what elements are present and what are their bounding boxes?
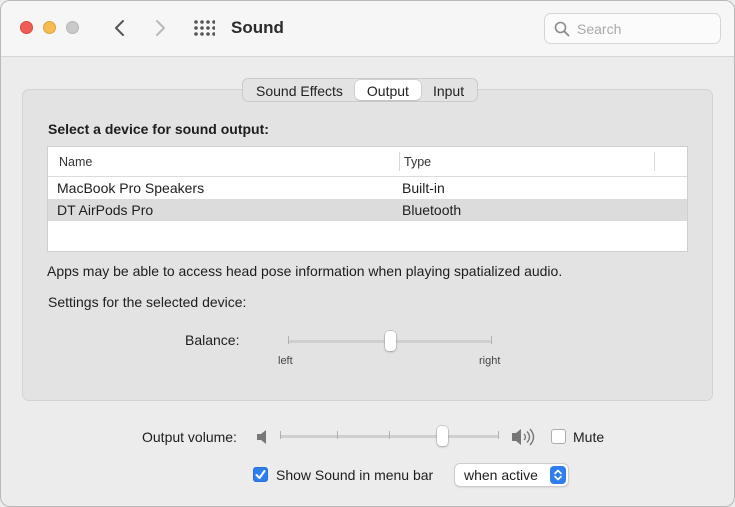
balance-tick (288, 336, 289, 344)
device-row-macbook-pro-speakers[interactable]: MacBook Pro Speakers Built-in (48, 177, 687, 199)
balance-knob[interactable] (384, 331, 396, 351)
search-input[interactable] (577, 19, 713, 39)
column-divider (654, 152, 655, 171)
mute-checkbox[interactable] (551, 429, 566, 444)
volume-tick (498, 431, 499, 439)
device-name: MacBook Pro Speakers (57, 180, 205, 196)
tab-sound-effects[interactable]: Sound Effects (244, 80, 355, 100)
column-header-type[interactable]: Type (404, 155, 431, 169)
output-volume-label: Output volume: (142, 429, 237, 445)
balance-right-label: right (479, 355, 501, 367)
device-name: DT AirPods Pro (57, 202, 154, 218)
device-row-dt-airpods-pro[interactable]: DT AirPods Pro Bluetooth (48, 199, 687, 221)
menu-bar-visibility-popup[interactable]: when active (454, 463, 569, 487)
speaker-low-icon (257, 430, 266, 444)
chevron-up-down-icon (554, 469, 562, 481)
minimize-window-button[interactable] (43, 21, 56, 34)
show-all-button[interactable] (193, 18, 216, 40)
zoom-window-button[interactable] (66, 21, 79, 34)
device-table[interactable]: Name Type MacBook Pro Speakers Built-in … (47, 146, 688, 252)
output-panel: Select a device for sound output: Name T… (22, 89, 713, 401)
tab-output[interactable]: Output (354, 80, 421, 100)
back-button[interactable] (107, 15, 133, 41)
close-window-button[interactable] (20, 21, 33, 34)
search-icon (554, 21, 570, 37)
column-header-name[interactable]: Name (59, 155, 92, 169)
volume-knob[interactable] (436, 426, 448, 446)
speaker-high-icon (512, 428, 535, 446)
checkmark-icon (255, 470, 266, 479)
balance-tick (491, 336, 492, 344)
system-preferences-window: Sound Sound Effects Output Input Select … (0, 0, 735, 507)
popup-selected-value: when active (464, 467, 538, 483)
search-field[interactable] (544, 13, 721, 44)
window-title: Sound (231, 18, 284, 37)
show-in-menu-bar-label[interactable]: Show Sound in menu bar (276, 467, 433, 483)
show-in-menu-bar-checkbox[interactable] (253, 467, 268, 482)
device-list-heading: Select a device for sound output: (48, 121, 269, 137)
balance-label: Balance: (185, 332, 240, 348)
forward-button[interactable] (147, 15, 173, 41)
device-settings-label: Settings for the selected device: (48, 294, 247, 310)
device-type: Bluetooth (402, 202, 462, 218)
tab-input[interactable]: Input (421, 80, 476, 100)
toolbar: Sound (1, 1, 734, 57)
volume-tick (280, 431, 281, 439)
tab-bar: Sound Effects Output Input (242, 78, 479, 102)
balance-left-label: left (278, 355, 293, 367)
mute-label[interactable]: Mute (573, 429, 604, 445)
table-header: Name Type (48, 147, 687, 177)
column-divider (399, 152, 400, 171)
popup-stepper (550, 466, 566, 484)
spatial-audio-note: Apps may be able to access head pose inf… (47, 263, 563, 279)
chevron-right-icon (156, 20, 165, 36)
volume-tick (337, 431, 338, 439)
volume-tick (389, 431, 390, 439)
chevron-left-icon (115, 20, 124, 36)
grid-icon (194, 20, 216, 36)
device-type: Built-in (402, 180, 445, 196)
